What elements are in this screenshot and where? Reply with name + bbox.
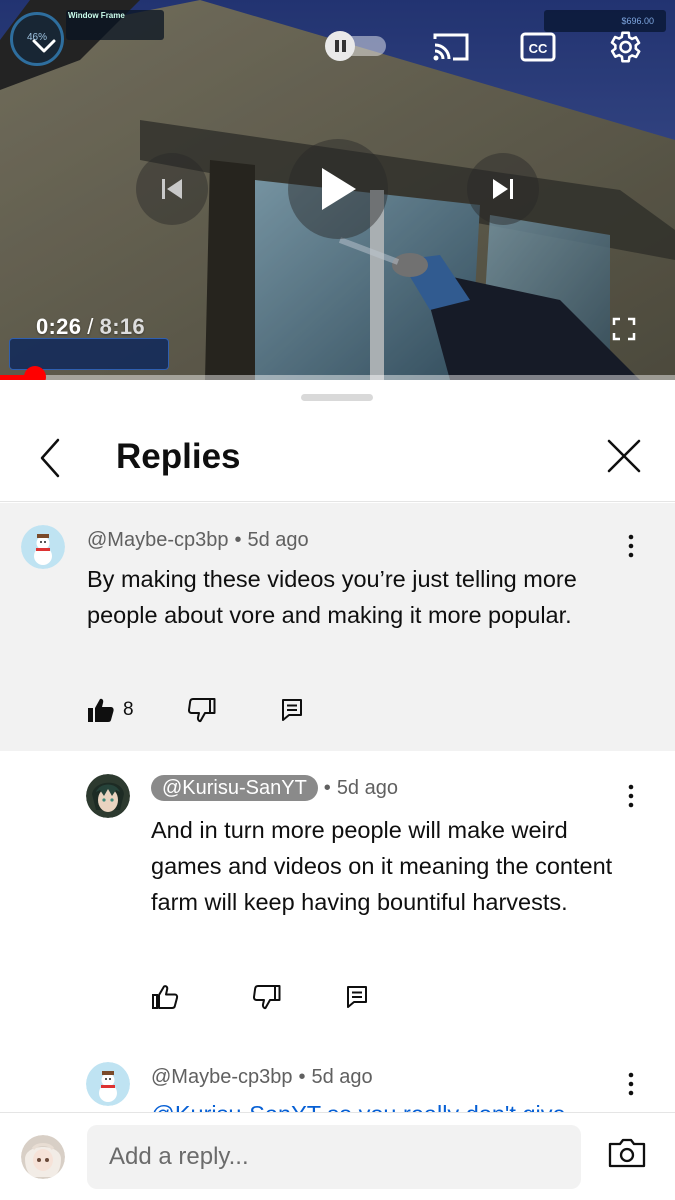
reply-input[interactable]: [87, 1125, 581, 1189]
thumbs-down-icon: [188, 698, 216, 723]
comment-actions: [151, 981, 381, 1013]
play-icon: [322, 168, 356, 210]
camera-button[interactable]: [607, 1137, 649, 1177]
skip-previous-icon: [162, 179, 182, 199]
reply-icon: [347, 986, 367, 1008]
comment-more-button[interactable]: [619, 531, 643, 561]
video-player[interactable]: 46% Window Frame $696.00 CC 0:26 / 8:16: [0, 0, 675, 380]
play-button[interactable]: [288, 139, 388, 239]
comment-age: 5d ago: [336, 777, 398, 799]
autoplay-toggle-icon: [325, 31, 386, 61]
comment-meta: @Maybe-cp3bp • 5d ago: [87, 527, 309, 553]
camera-icon: [608, 1138, 646, 1168]
playback-time: 0:26/8:16: [36, 314, 145, 340]
comment-meta: @Maybe-cp3bp • 5d ago: [151, 1064, 373, 1090]
captions-button[interactable]: CC: [518, 28, 558, 66]
comment-text: By making these videos you’re just telli…: [87, 566, 577, 628]
reply-composer: [0, 1112, 675, 1200]
comment-author-chip[interactable]: @Kurisu-SanYT: [151, 775, 318, 801]
comment-author[interactable]: @Maybe-cp3bp: [87, 529, 228, 551]
current-time: 0:26: [36, 314, 82, 339]
captions-icon: CC: [520, 32, 556, 62]
replies-sheet: Replies @Maybe-cp3bp • 5d ago By making …: [0, 380, 675, 1200]
comment-age: 5d ago: [247, 529, 309, 551]
sheet-drag-handle[interactable]: [301, 394, 373, 401]
comment-more-button[interactable]: [619, 1069, 643, 1099]
more-vertical-icon: [628, 784, 634, 808]
cast-button[interactable]: [428, 28, 474, 66]
svg-text:CC: CC: [529, 41, 548, 56]
fullscreen-icon: [612, 317, 636, 341]
back-button[interactable]: [30, 436, 70, 480]
comment-meta: @Kurisu-SanYT • 5d ago: [151, 775, 398, 801]
previous-button[interactable]: [136, 153, 208, 225]
collapse-button[interactable]: [22, 28, 66, 64]
comment-age: 5d ago: [311, 1066, 373, 1088]
chevron-down-icon: [32, 39, 56, 53]
user-avatar[interactable]: [21, 1135, 65, 1179]
comment-actions: 8: [87, 694, 347, 726]
avatar[interactable]: [86, 774, 130, 818]
thumbs-up-icon: [152, 985, 179, 1009]
reply-button[interactable]: [346, 981, 368, 1013]
reply-button[interactable]: [281, 694, 303, 726]
dislike-button[interactable]: [253, 981, 281, 1013]
snowman-avatar-icon: [86, 1062, 130, 1106]
avatar[interactable]: [86, 1062, 130, 1106]
reply-icon: [282, 699, 302, 721]
like-button[interactable]: 8: [87, 694, 134, 726]
avatar[interactable]: [21, 525, 65, 569]
thumbs-down-icon: [253, 985, 281, 1010]
dislike-button[interactable]: [188, 694, 216, 726]
autoplay-toggle[interactable]: [320, 31, 388, 61]
like-count: 8: [123, 699, 134, 720]
close-button[interactable]: [602, 434, 646, 478]
comment-author[interactable]: @Maybe-cp3bp: [151, 1066, 292, 1088]
next-button[interactable]: [467, 153, 539, 225]
more-vertical-icon: [628, 1072, 634, 1096]
skip-next-icon: [493, 179, 513, 199]
time-separator: /: [87, 314, 94, 339]
comment-text: And in turn more people will make weird …: [151, 817, 613, 915]
duration: 8:16: [99, 314, 145, 339]
meta-dot: •: [323, 777, 331, 799]
meta-dot: •: [234, 529, 242, 551]
sheet-title: Replies: [116, 437, 241, 476]
hud-frame-label: Window Frame: [68, 11, 125, 20]
sheet-header: Replies: [0, 414, 675, 502]
parent-comment: @Maybe-cp3bp • 5d ago By making these vide…: [0, 503, 675, 751]
close-icon: [607, 439, 641, 473]
gear-icon: [610, 31, 641, 63]
snowman-avatar-icon: [21, 525, 65, 569]
like-button[interactable]: [151, 981, 179, 1013]
anime-avatar-icon: [86, 774, 130, 818]
more-vertical-icon: [628, 534, 634, 558]
comment-more-button[interactable]: [619, 781, 643, 811]
chevron-left-icon: [40, 438, 60, 478]
thumbs-up-icon: [88, 698, 114, 722]
cast-icon: [433, 33, 469, 61]
meta-dot: •: [298, 1066, 306, 1088]
settings-button[interactable]: [602, 25, 646, 69]
fullscreen-button[interactable]: [606, 312, 642, 346]
doll-avatar-icon: [21, 1135, 65, 1179]
